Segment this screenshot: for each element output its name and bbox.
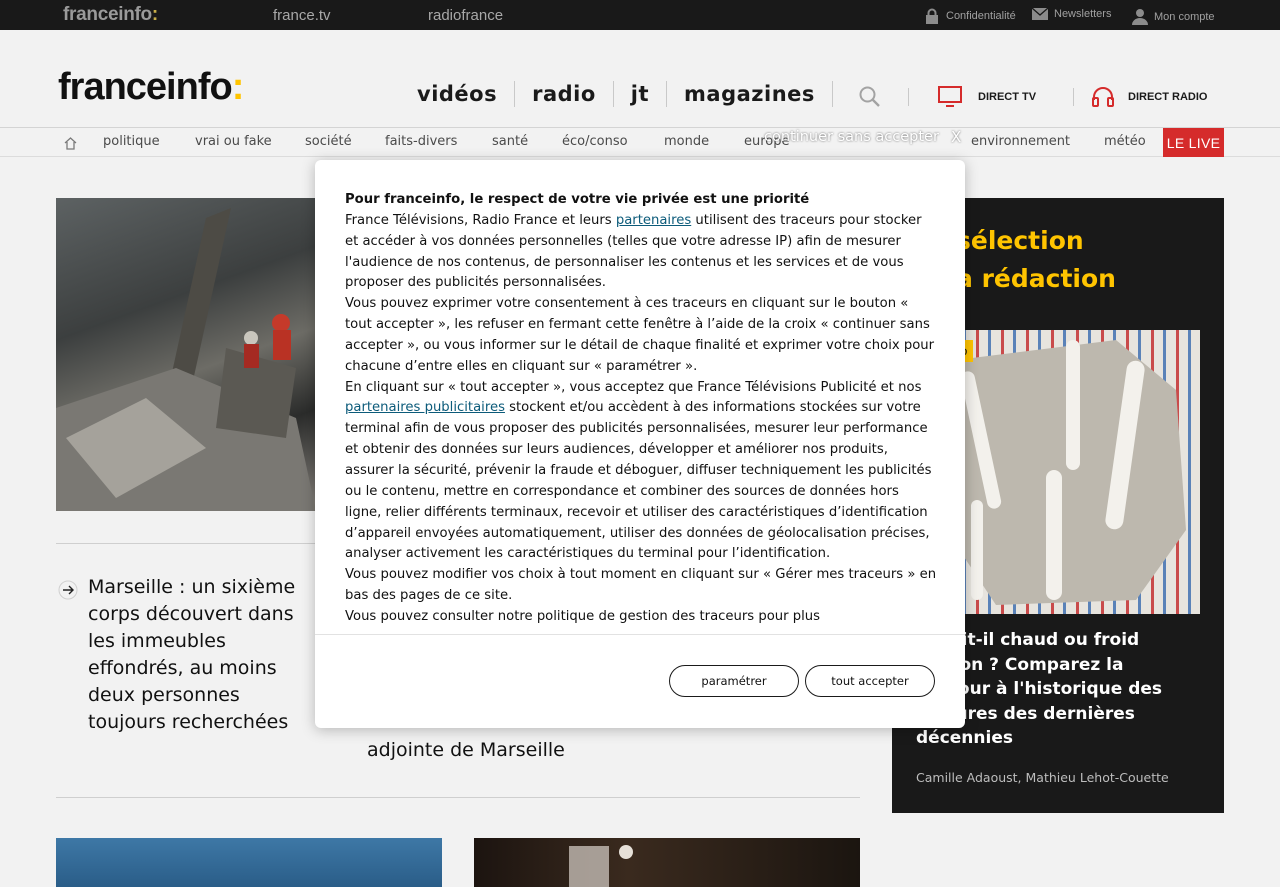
section-vrai-ou-fake[interactable]: vrai ou fake — [195, 134, 272, 149]
close-icon[interactable]: X — [951, 128, 961, 146]
consent-text-scroll[interactable]: Pour franceinfo, le respect de votre vie… — [345, 190, 937, 634]
tv-icon — [938, 86, 962, 107]
content-divider — [56, 797, 860, 798]
direct-tv-label: DIRECT TV — [978, 90, 1037, 103]
section-politique[interactable]: politique — [103, 134, 160, 149]
consent-paragraph-3: En cliquant sur « tout accepter », vous … — [345, 379, 932, 562]
selection-authors: Camille Adaoust, Mathieu Lehot-Couette — [916, 770, 1169, 785]
france-tv-link[interactable]: france.tv — [273, 7, 331, 24]
account-link[interactable]: Mon compte — [1132, 8, 1215, 25]
nav-jt[interactable]: jt — [614, 80, 666, 108]
envelope-icon — [1032, 8, 1048, 20]
consent-paragraph-2: Vous pouvez exprimer votre consentement … — [345, 296, 935, 374]
franceinfo-logo[interactable]: franceinfo: — [58, 68, 244, 106]
section-nav: politique vrai ou fake société faits-div… — [0, 128, 1280, 157]
selection-title: sélection a rédaction — [956, 222, 1196, 298]
newsletters-label: Newsletters — [1054, 8, 1112, 20]
top-bar: franceinfo: france.tv radiofrance Confid… — [0, 0, 1280, 30]
franceinfo-small-logo[interactable]: franceinfo: — [63, 4, 158, 26]
search-button[interactable] — [859, 86, 880, 111]
selection-title-line1: sélection — [956, 226, 1084, 255]
selection-headline-l5: décennies — [916, 728, 1013, 748]
consent-heading: Pour franceinfo, le respect de votre vie… — [345, 192, 810, 207]
rubble-illustration — [56, 208, 316, 511]
continue-label: continuer sans accepter — [764, 129, 939, 145]
section-societe[interactable]: société — [305, 134, 352, 149]
radiofrance-link[interactable]: radiofrance — [428, 7, 503, 24]
accept-all-button[interactable]: tout accepter — [805, 665, 935, 697]
home-icon — [64, 137, 77, 150]
arrow-right-icon — [58, 580, 78, 600]
live-button[interactable]: LE LIVE — [1163, 128, 1224, 157]
content-divider — [56, 543, 316, 544]
selection-title-line2: a rédaction — [956, 264, 1116, 293]
newsletters-link[interactable]: Newsletters — [1032, 8, 1111, 20]
main-nav: vidéos radio jt magazines — [400, 80, 833, 108]
section-faits-divers[interactable]: faits-divers — [385, 134, 457, 149]
section-sante[interactable]: santé — [492, 134, 528, 149]
search-icon — [859, 86, 880, 107]
privacy-label: Confidentialité — [946, 10, 1016, 22]
settings-button[interactable]: paramétrer — [669, 665, 799, 697]
user-icon — [1132, 9, 1148, 25]
consent-paragraph-4: Vous pouvez modifier vos choix à tout mo… — [345, 567, 937, 604]
lock-icon — [926, 8, 938, 24]
ad-partners-link[interactable]: partenaires publicitaires — [345, 400, 505, 415]
consent-paragraph-1: France Télévisions, Radio France et leur… — [345, 212, 922, 291]
nav-divider — [831, 81, 833, 107]
hero-article-image[interactable] — [56, 198, 316, 511]
crowd-illustration — [569, 845, 633, 887]
article-thumbnail[interactable] — [474, 838, 860, 887]
modal-divider — [315, 634, 965, 635]
home-link[interactable] — [63, 135, 78, 154]
partners-link[interactable]: partenaires — [616, 213, 691, 228]
section-monde[interactable]: monde — [664, 134, 709, 149]
header-divider — [908, 88, 909, 106]
consent-paragraph-5: Vous pouvez consulter notre politique de… — [345, 608, 821, 624]
consent-modal: Pour franceinfo, le respect de votre vie… — [315, 160, 965, 728]
header-divider — [1073, 88, 1074, 106]
direct-radio-label: DIRECT RADIO — [1128, 90, 1208, 103]
article-headline[interactable]: Marseille : un sixième corps découvert d… — [88, 574, 308, 736]
nav-videos[interactable]: vidéos — [400, 80, 514, 108]
section-meteo[interactable]: météo — [1104, 134, 1146, 149]
account-label: Mon compte — [1154, 10, 1215, 23]
article-headline-secondary[interactable]: adjointe de Marseille — [367, 737, 597, 764]
nav-magazines[interactable]: magazines — [667, 80, 832, 108]
privacy-link[interactable]: Confidentialité — [924, 8, 1016, 24]
direct-tv-link[interactable]: DIRECT TV — [938, 86, 1036, 107]
headphones-icon — [1092, 87, 1114, 107]
article-thumbnail[interactable] — [56, 838, 442, 887]
section-environnement[interactable]: environnement — [971, 134, 1070, 149]
section-eco-conso[interactable]: éco/conso — [562, 134, 628, 149]
site-header: franceinfo: vidéos radio jt magazines DI… — [0, 30, 1280, 128]
continue-without-accepting-button[interactable]: continuer sans accepter X — [764, 128, 961, 146]
direct-radio-link[interactable]: DIRECT RADIO — [1092, 86, 1207, 107]
nav-radio[interactable]: radio — [515, 80, 613, 108]
